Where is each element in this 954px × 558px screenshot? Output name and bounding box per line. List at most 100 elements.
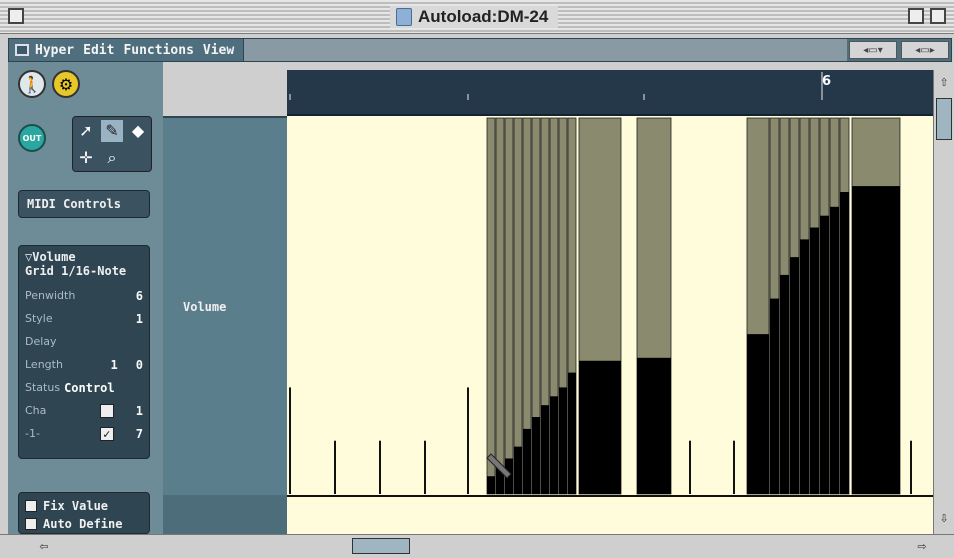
pointer-icon[interactable]: ➚ [75,120,97,142]
close-box[interactable] [8,8,24,24]
menu-functions[interactable]: Functions [123,43,193,58]
fix-value-checkbox[interactable] [25,500,37,512]
collapse-box[interactable] [930,8,946,24]
crosshair-icon[interactable]: ✛ [75,147,97,169]
event-value-bar[interactable] [780,274,789,494]
event-value-bar[interactable] [523,428,531,494]
event-parameter-box: ▽Volume Grid 1/16-Note Penwidth 6 Style … [18,245,150,459]
event-value-bar[interactable] [579,360,621,494]
edit-area-bottom-lane[interactable] [287,495,933,534]
vertical-scroll-thumb[interactable] [936,98,952,140]
event-value-bar[interactable] [820,215,829,494]
cha-row[interactable]: Cha 1 [25,399,143,422]
volume-disclosure[interactable]: ▽Volume [25,250,143,264]
event-value-bar[interactable] [550,396,558,494]
auto-define-checkbox[interactable] [25,518,37,530]
minus-one-row[interactable]: -1- ✓ 7 [25,422,143,445]
status-row[interactable]: Status Control [25,376,143,399]
eraser-icon[interactable]: ◆ [127,120,149,142]
window-title-wrap: Autoload:DM-24 [390,6,559,28]
auto-define-label: Auto Define [43,517,123,531]
event-value-bar[interactable] [747,334,769,494]
length-value-b[interactable]: 0 [136,358,143,372]
penwidth-row[interactable]: Penwidth 6 [25,284,143,307]
event-value-bar[interactable] [840,192,849,494]
fix-options-box: Fix Value Auto Define [18,492,150,534]
penwidth-value[interactable]: 6 [136,289,143,303]
minus-one-label: -1- [25,427,40,440]
minus-one-value[interactable]: 7 [136,427,143,441]
zoom-vertical-icon[interactable]: ◂▭▾ [849,41,897,59]
event-value-bar[interactable] [559,387,567,494]
event-column[interactable] [495,117,505,495]
toolbox: ➚ ✎ ◆ ✛ ⌕ [72,116,152,172]
status-value[interactable]: Control [64,381,115,395]
controller-edit-area[interactable] [287,116,933,495]
delay-row[interactable]: Delay [25,330,143,353]
menu-hyper[interactable]: Hyper [35,43,74,58]
style-row[interactable]: Style 1 [25,307,143,330]
bar-number: 6 [822,74,832,89]
cha-checkbox[interactable] [99,403,114,418]
vertical-scrollbar[interactable]: ⇧ ⇩ [933,70,954,534]
menu-bar: Hyper Edit Functions View ◂▭▾ ◂▭▸ [8,38,952,62]
scroll-down-arrow-icon[interactable]: ⇩ [936,510,952,526]
minus-one-checkbox[interactable]: ✓ [99,426,114,441]
event-value-bar[interactable] [514,446,522,494]
out-button[interactable]: OUT [18,124,46,152]
ruler-ticks [289,72,823,100]
event-column[interactable] [504,117,514,495]
scroll-left-arrow-icon[interactable]: ⇦ [36,538,52,554]
penwidth-label: Penwidth [25,289,76,302]
walk-icon[interactable]: 🚶 [18,70,46,98]
event-value-bar[interactable] [810,227,819,494]
track-label-volume[interactable]: Volume [183,300,226,314]
auto-define-row[interactable]: Auto Define [25,515,143,533]
menu-edit[interactable]: Edit [83,43,114,58]
status-label: Status [25,381,61,394]
length-row[interactable]: Length 1 0 [25,353,143,376]
menu-view[interactable]: View [203,43,234,58]
empty-tool-slot [127,147,149,169]
pencil-icon[interactable]: ✎ [101,119,123,142]
magnify-icon[interactable]: ⌕ [101,147,123,169]
event-value-bar[interactable] [830,206,839,494]
event-column[interactable] [486,117,496,495]
event-value-bar[interactable] [770,298,779,494]
style-label: Style [25,312,53,325]
window-title: Autoload:DM-24 [418,7,549,26]
event-value-bar[interactable] [790,257,799,494]
fix-value-row[interactable]: Fix Value [25,497,143,515]
event-value-bar[interactable] [568,372,576,494]
fix-value-label: Fix Value [43,499,109,513]
event-value-bar[interactable] [532,417,540,494]
length-label: Length [25,358,63,371]
event-value-bar[interactable] [487,476,495,494]
scroll-up-arrow-icon[interactable]: ⇧ [936,74,952,90]
cha-value[interactable]: 1 [136,404,143,418]
cha-label: Cha [25,404,47,417]
parameter-panel: 🚶 ⚙ OUT ➚ ✎ ◆ ✛ ⌕ MIDI Controls ▽Volume … [8,62,163,534]
menubar-spacer [243,39,847,61]
document-icon [396,8,412,26]
controller-events[interactable] [287,116,933,495]
horizontal-scroll-thumb[interactable] [352,538,410,554]
bar-ruler[interactable]: 6 [287,70,933,116]
event-value-bar[interactable] [800,239,809,494]
event-value-bar[interactable] [852,186,900,494]
zoom-box[interactable] [908,8,924,24]
style-value[interactable]: 1 [136,312,143,326]
link-icon[interactable]: ⚙ [52,70,80,98]
local-menu-icon[interactable] [15,44,29,56]
horizontal-scrollbar[interactable]: ⇦ ⇨ [0,534,954,558]
event-column[interactable] [513,117,523,495]
event-value-bar[interactable] [541,405,549,494]
midi-controls-button[interactable]: MIDI Controls [18,190,150,218]
title-bar: Autoload:DM-24 [0,0,954,34]
zoom-horizontal-icon[interactable]: ◂▭▸ [901,41,949,59]
length-value-a[interactable]: 1 [111,358,118,372]
event-value-bar[interactable] [637,357,671,494]
grid-setting[interactable]: Grid 1/16-Note [25,264,143,278]
label-column-bottom [163,495,287,534]
scroll-right-arrow-icon[interactable]: ⇨ [914,538,930,554]
